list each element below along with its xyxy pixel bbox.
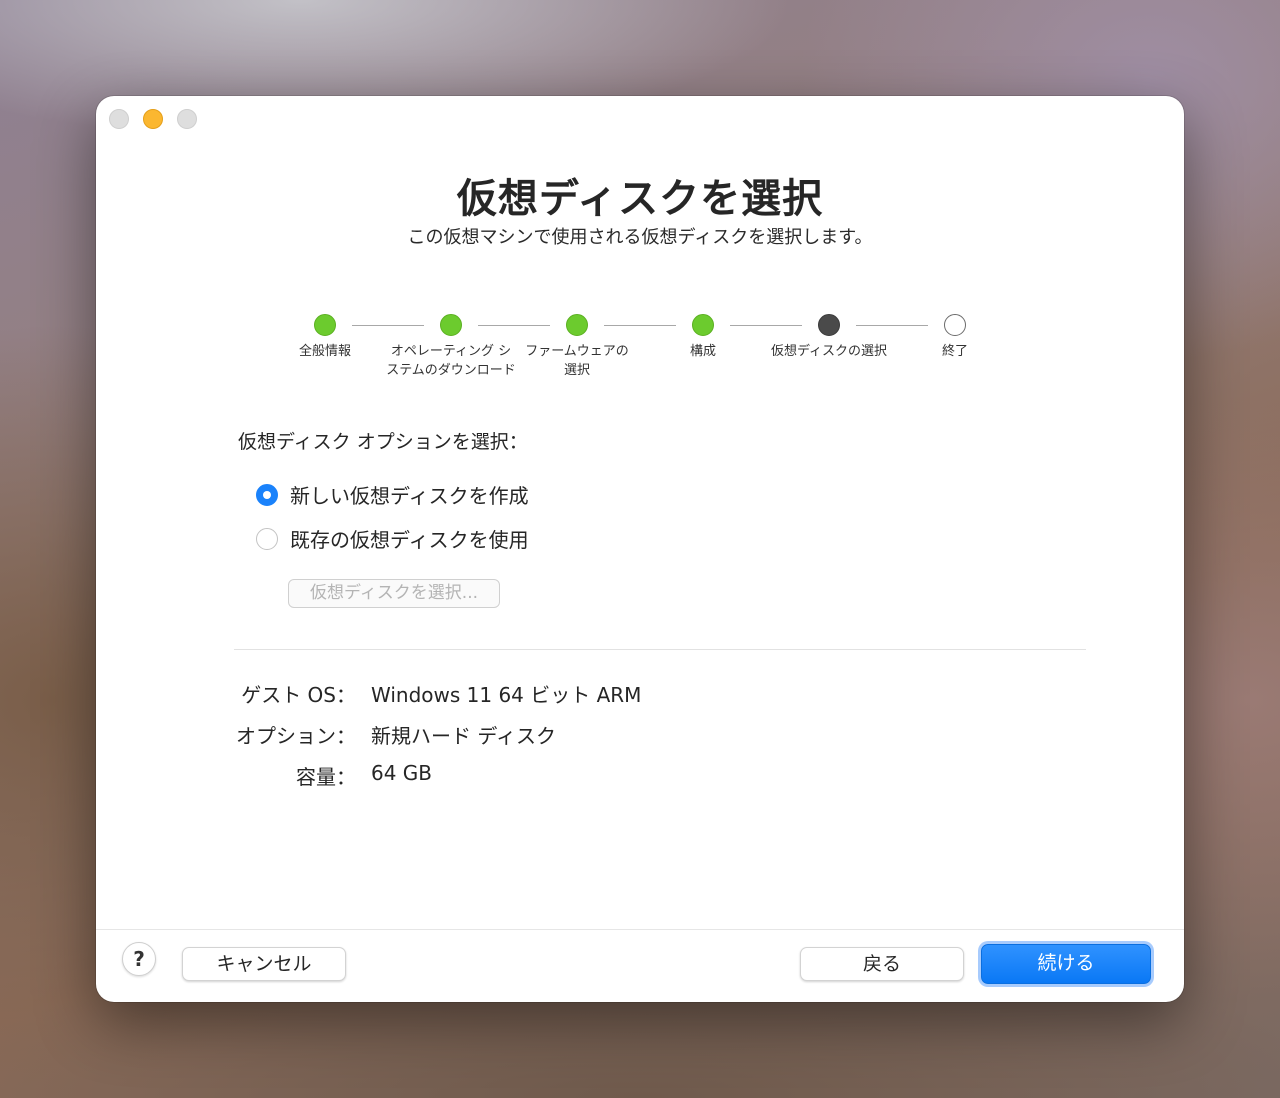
page-subtitle: この仮想マシンで使用される仮想ディスクを選択します。 (407, 227, 873, 248)
zoom-window-button[interactable] (177, 109, 197, 129)
disk-options-label: 仮想ディスク オプションを選択： (238, 431, 528, 453)
capacity-label: 容量： (296, 765, 356, 789)
wizard-window: 仮想ディスクを選択 この仮想マシンで使用される仮想ディスクを選択します。 全般情… (96, 96, 1184, 1002)
wizard-steps: 全般情報 オペレーティング システムのダウンロード ファームウェアの 選択 構成… (96, 314, 1184, 404)
option-value: 新規ハード ディスク (371, 724, 556, 748)
step-status-dot (944, 314, 966, 336)
continue-button[interactable]: 続ける (981, 944, 1151, 984)
use-existing-disk-label: 既存の仮想ディスクを使用 (290, 528, 529, 552)
create-new-disk-label: 新しい仮想ディスクを作成 (290, 484, 529, 508)
step-label: 終了 (941, 344, 968, 359)
section-divider (234, 649, 1086, 650)
help-button[interactable]: ? (122, 942, 156, 976)
option-label: オプション： (236, 724, 356, 748)
step-status-dot (314, 314, 336, 336)
minimize-window-button[interactable] (143, 109, 163, 129)
footer-divider (96, 929, 1184, 930)
step-finish: 終了 (880, 314, 1030, 361)
use-existing-disk-radio[interactable] (256, 527, 278, 550)
cancel-button[interactable]: キャンセル (182, 947, 346, 981)
create-new-disk-radio[interactable] (256, 483, 278, 506)
use-existing-disk-option[interactable]: 既存の仮想ディスクを使用 (256, 524, 529, 553)
page-title: 仮想ディスクを選択 (456, 176, 824, 222)
step-status-dot (440, 314, 462, 336)
create-new-disk-option[interactable]: 新しい仮想ディスクを作成 (256, 480, 529, 509)
guest-os-value: Windows 11 64 ビット ARM (371, 683, 642, 707)
step-status-dot (818, 314, 840, 336)
step-status-dot (566, 314, 588, 336)
close-window-button[interactable] (109, 109, 129, 129)
choose-virtual-disk-button[interactable]: 仮想ディスクを選択... (288, 579, 500, 608)
window-controls (109, 109, 197, 129)
guest-os-label: ゲスト OS： (241, 683, 356, 707)
capacity-value: 64 GB (371, 761, 433, 785)
back-button[interactable]: 戻る (800, 947, 964, 981)
step-status-dot (692, 314, 714, 336)
